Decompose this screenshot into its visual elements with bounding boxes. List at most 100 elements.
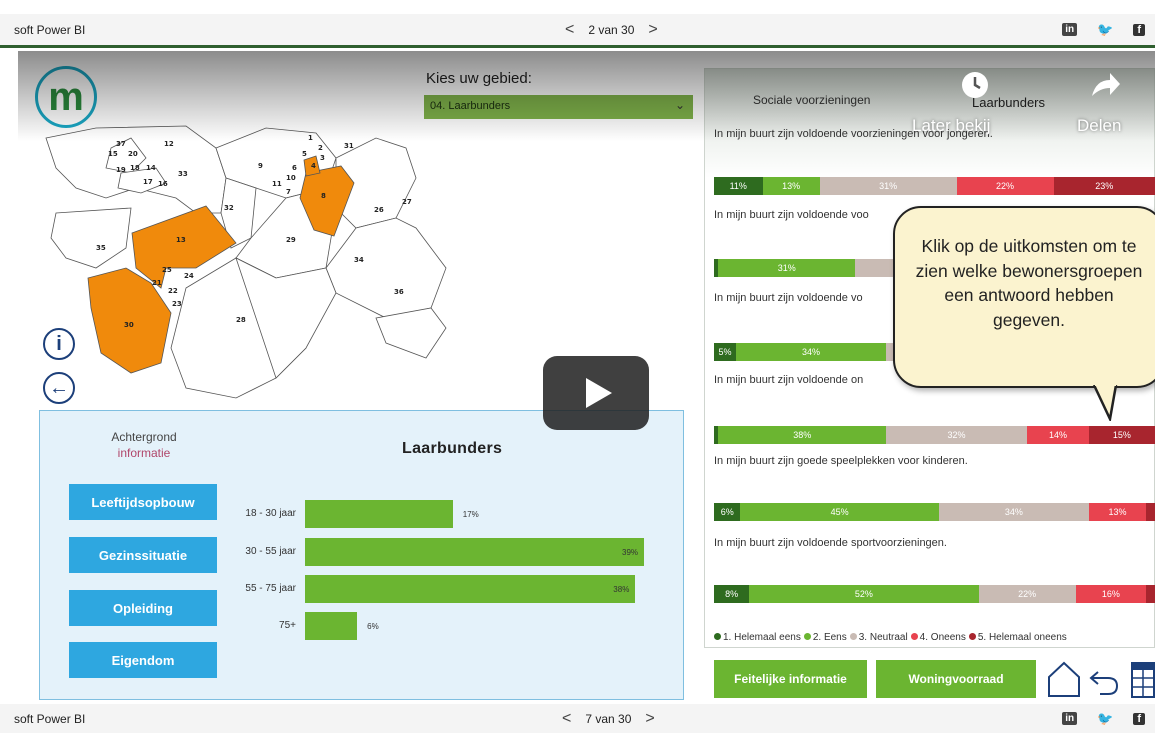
survey-stacked-bar[interactable]: 6% 45% 34% 13% xyxy=(714,503,1155,521)
svg-text:8: 8 xyxy=(321,192,326,200)
watch-later-label[interactable]: Later bekij xyxy=(912,116,990,136)
facebook-icon[interactable]: f xyxy=(1133,23,1145,36)
undo-icon[interactable] xyxy=(1088,666,1120,696)
survey-question: In mijn buurt zijn voldoende sportvoorzi… xyxy=(714,537,947,549)
age-bar[interactable] xyxy=(305,612,358,640)
survey-segment[interactable]: 34% xyxy=(938,503,1089,521)
survey-segment[interactable]: 16% xyxy=(1075,585,1147,603)
svg-text:25: 25 xyxy=(162,266,172,274)
survey-stacked-bar[interactable]: 38% 32% 14% 15% xyxy=(714,426,1155,444)
prev-page-icon[interactable]: < xyxy=(562,710,571,728)
age-bar-value: 39% xyxy=(622,548,639,557)
survey-segment[interactable]: 31% xyxy=(718,259,856,277)
survey-segment[interactable]: 11% xyxy=(714,177,763,195)
survey-segment[interactable]: 32% xyxy=(885,426,1028,444)
callout-tail xyxy=(1092,385,1118,421)
twitter-icon[interactable]: 🐦 xyxy=(1097,711,1113,727)
survey-segment[interactable] xyxy=(1146,585,1155,603)
age-bar-label: 55 - 75 jaar xyxy=(245,583,296,594)
age-bar[interactable] xyxy=(305,575,636,603)
survey-segment[interactable]: 34% xyxy=(736,343,886,361)
share-icon[interactable] xyxy=(1088,70,1122,106)
linkedin-icon[interactable]: in xyxy=(1062,23,1078,36)
top-report-bar: soft Power BI < 2 van 30 > in 🐦 f xyxy=(0,14,1155,48)
area-select[interactable]: 04. Laarbunders ⌄ xyxy=(424,95,693,119)
woningvoorraad-button[interactable]: Woningvoorraad xyxy=(876,660,1036,698)
info-icon[interactable]: i xyxy=(43,328,75,360)
app-title: soft Power BI xyxy=(14,22,86,37)
play-button[interactable] xyxy=(543,356,649,430)
age-bar[interactable] xyxy=(305,538,644,566)
survey-segment[interactable]: 22% xyxy=(956,177,1054,195)
opleiding-button[interactable]: Opleiding xyxy=(69,590,217,626)
age-bar[interactable] xyxy=(305,500,453,528)
svg-text:29: 29 xyxy=(286,236,296,244)
survey-question: In mijn buurt zijn voldoende voo xyxy=(714,209,869,221)
dashboard-title: De Dashboards xyxy=(113,84,287,112)
survey-segment[interactable]: 6% xyxy=(714,503,741,521)
panel-heading: Laarbunders xyxy=(402,440,503,457)
home-icon[interactable] xyxy=(1046,660,1082,698)
page-navigator: < 2 van 30 > xyxy=(565,21,658,39)
survey-question: In mijn buurt zijn voldoende on xyxy=(714,374,864,386)
survey-segment[interactable] xyxy=(1146,503,1155,521)
survey-segment[interactable]: 13% xyxy=(762,177,820,195)
back-arrow-icon[interactable]: ← xyxy=(43,372,75,404)
panel-title-line1: Achtergrond xyxy=(111,430,177,444)
feitelijke-informatie-button[interactable]: Feitelijke informatie xyxy=(714,660,867,698)
survey-stacked-bar[interactable]: 8% 52% 22% 16% xyxy=(714,585,1155,603)
survey-segment[interactable]: 52% xyxy=(749,585,979,603)
svg-text:36: 36 xyxy=(394,288,404,296)
eigendom-button[interactable]: Eigendom xyxy=(69,642,217,678)
svg-text:30: 30 xyxy=(124,321,134,329)
survey-segment[interactable]: 14% xyxy=(1027,426,1089,444)
survey-segment[interactable]: 8% xyxy=(714,585,750,603)
gezinssituatie-button[interactable]: Gezinssituatie xyxy=(69,537,217,573)
svg-text:24: 24 xyxy=(184,272,194,280)
survey-segment[interactable]: 38% xyxy=(718,426,886,444)
survey-segment[interactable]: 15% xyxy=(1088,426,1155,444)
district-map[interactable]: 37 12 15 20 19 18 14 33 17 16 1 2 5 3 31… xyxy=(36,118,466,408)
svg-text:3: 3 xyxy=(320,154,325,162)
twitter-icon[interactable]: 🐦 xyxy=(1097,22,1113,38)
survey-segment[interactable]: 45% xyxy=(740,503,939,521)
legend-item: 4. Oneens xyxy=(910,632,966,643)
page-navigator-bottom: < 7 van 30 > xyxy=(562,710,655,728)
next-page-icon[interactable]: > xyxy=(648,21,657,39)
survey-segment[interactable]: 5% xyxy=(714,343,737,361)
panel-title-line2: informatie xyxy=(117,446,171,460)
survey-stacked-bar[interactable]: 11% 13% 31% 22% 23% xyxy=(714,177,1155,195)
survey-segment[interactable]: 22% xyxy=(978,585,1076,603)
table-icon[interactable] xyxy=(1131,662,1155,698)
age-bar-label: 75+ xyxy=(279,620,296,631)
svg-text:16: 16 xyxy=(158,180,168,188)
svg-text:2: 2 xyxy=(318,144,323,152)
survey-segment[interactable]: 23% xyxy=(1053,177,1155,195)
svg-text:33: 33 xyxy=(178,170,188,178)
linkedin-icon[interactable]: in xyxy=(1062,712,1078,725)
legend-item: 2. Eens xyxy=(803,632,847,643)
prev-page-icon[interactable]: < xyxy=(565,21,574,39)
app-title-bottom: soft Power BI xyxy=(14,711,86,726)
share-label[interactable]: Delen xyxy=(1077,116,1121,136)
survey-segment[interactable]: 31% xyxy=(819,177,957,195)
svg-text:13: 13 xyxy=(176,236,186,244)
svg-text:28: 28 xyxy=(236,316,246,324)
area-select-label: Kies uw gebied: xyxy=(426,70,532,87)
section-title: Sociale voorzieningen xyxy=(753,93,871,107)
survey-segment[interactable]: 13% xyxy=(1088,503,1147,521)
facebook-icon[interactable]: f xyxy=(1133,712,1145,725)
svg-text:37: 37 xyxy=(116,140,126,148)
clock-icon[interactable] xyxy=(960,70,990,106)
next-page-icon[interactable]: > xyxy=(645,710,654,728)
legend-dot-icon xyxy=(849,633,857,640)
leeftijdsopbouw-button[interactable]: Leeftijdsopbouw xyxy=(69,484,217,520)
page-indicator-bottom: 7 van 30 xyxy=(585,711,632,726)
legend-dot-icon xyxy=(714,633,721,640)
svg-text:15: 15 xyxy=(108,150,118,158)
age-bar-label: 18 - 30 jaar xyxy=(245,508,296,519)
svg-text:6: 6 xyxy=(292,164,297,172)
age-bar-value: 6% xyxy=(367,622,379,631)
svg-text:4: 4 xyxy=(311,162,316,170)
svg-text:31: 31 xyxy=(344,142,354,150)
